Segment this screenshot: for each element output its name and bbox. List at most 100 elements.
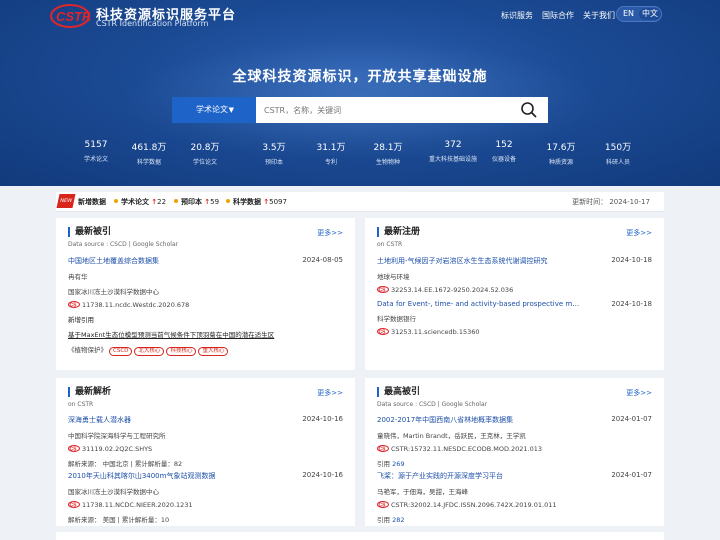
stat-label: 学术论文 [83, 156, 108, 163]
svg-text:CS: CS [70, 303, 78, 309]
item-cstr: CS CSTR:32002.14.JFDC.ISSN.2096.742X.2019… [377, 501, 652, 509]
data-source: Data source : CSCD | Google Scholar [68, 241, 179, 248]
item-meta: 解析来源： 美国 | 累计解析量：10 [68, 516, 170, 524]
panel-latest-registered: 最新注册 更多>> on CSTR 土地利用-气候因子对岩溶区水生生态系统代谢调… [365, 218, 664, 370]
data-source: on CSTR [68, 401, 94, 408]
svg-text:CS: CS [379, 503, 387, 509]
stat-label: 学位论文 [192, 159, 217, 166]
update-item[interactable]: 科学数据 ↑5097 [226, 197, 287, 207]
cstr-value: 31119.02.2Q2C.SHYS [82, 445, 153, 453]
cstr-icon: CS [377, 328, 389, 335]
new-data-label: 新增数据 [78, 198, 106, 206]
stat-label: 仪器设备 [491, 156, 516, 163]
stat-number: 152 [495, 140, 513, 150]
search-input[interactable] [264, 101, 504, 119]
item-cstr: CS 32253.14.EE.1672-9250.2024.52.036 [377, 286, 652, 294]
language-switch[interactable]: EN 中文 [616, 6, 662, 22]
item-date: 2024-08-05 [302, 256, 343, 264]
search-type-select[interactable]: 学术论文 ▼ [172, 97, 256, 123]
more-link[interactable]: 更多>> [626, 388, 652, 398]
citing-paper-title[interactable]: 基于MaxEnt生态位模型预测当前气候条件下顶羽菊在中国的潜在适生区 [68, 329, 343, 339]
nav-about-us[interactable]: 关于我们 [583, 10, 615, 21]
item-date: 2024-10-18 [611, 300, 652, 308]
item-org: 国家冰川冻土沙漠科学数据中心 [68, 288, 159, 296]
update-item[interactable]: 学术论文 ↑22 [114, 197, 166, 207]
item-org: 国家冰川冻土沙漠科学数据中心 [68, 488, 159, 496]
stats-row: 5157 学术论文 461.8万 科学数据 20.8万 学位论文 3.5万 预印本 31… [78, 140, 644, 170]
stat-item[interactable]: 150万 科研人员 [591, 140, 645, 166]
nav-international-cooperation[interactable]: 国际合作 [542, 10, 574, 21]
update-name: 预印本 [181, 198, 202, 206]
stat-item[interactable]: 3.5万 预印本 [247, 140, 301, 166]
item-author: 冉有华 [68, 273, 88, 281]
stat-number: 17.6万 [546, 143, 576, 153]
stat-label: 科研人员 [605, 159, 630, 166]
search-bar: 学术论文 ▼ [172, 97, 548, 123]
stat-item[interactable]: 461.8万 科学数据 [122, 140, 176, 166]
item-org: 中国科学院深海科学与工程研究所 [68, 432, 166, 440]
cstr-value: 11738.11.NCDC.NIEER.2020.1231 [82, 501, 193, 509]
item-date: 2024-01-07 [611, 471, 652, 479]
svg-text:CS: CS [379, 330, 387, 336]
update-name: 学术论文 [121, 198, 149, 206]
stat-label: 预印本 [264, 159, 283, 166]
item-citations: 引用 282 [377, 514, 652, 524]
item-cstr: CS 11738.11.NCDC.NIEER.2020.1231 [68, 501, 343, 509]
cstr-icon: CS [68, 301, 80, 308]
panel-latest-analysis: 最新解析 更多>> on CSTR 深海勇士载人潜水器 2024-10-16 中… [56, 378, 355, 526]
item-cstr: CS 31253.11.sciencedb.15360 [377, 328, 652, 336]
item-authors: 马艳军，于佃海，吴甜，王海峰 [377, 488, 468, 496]
update-count: 5097 [269, 198, 287, 206]
list-item: 飞桨：源于产业实践的开源深度学习平台 2024-01-07 马艳军，于佃海，吴甜… [377, 471, 652, 524]
cstr-icon: CS [377, 286, 389, 293]
item-date: 2024-10-16 [302, 415, 343, 423]
stat-label: 种质资源 [548, 159, 573, 166]
chevron-down-icon: ▼ [228, 106, 234, 114]
stat-label: 专利 [324, 159, 337, 166]
update-item[interactable]: 预印本 ↑59 [174, 197, 219, 207]
list-item: 土地利用-气候因子对岩溶区水生生态系统代谢调控研究 2024-10-18 地球与… [377, 256, 652, 294]
stat-item[interactable]: 152 仪器设备 [477, 140, 531, 163]
index-tag: 北大核心 [134, 347, 165, 356]
citation-count[interactable]: 282 [392, 516, 404, 524]
item-date: 2024-01-07 [611, 415, 652, 423]
more-link[interactable]: 更多>> [626, 228, 652, 238]
dot-icon [114, 199, 118, 203]
more-link[interactable]: 更多>> [317, 228, 343, 238]
more-link[interactable]: 更多>> [317, 388, 343, 398]
stat-item[interactable]: 20.8万 学位论文 [178, 140, 232, 166]
item-authors: 童晓伟，Martin Brandt，岳跃民，王克林，王学凯 [377, 432, 526, 440]
stat-item[interactable]: 31.1万 专利 [304, 140, 358, 166]
cstr-icon: CS [377, 501, 389, 508]
svg-text:CS: CS [70, 503, 78, 509]
stat-item[interactable]: 28.1万 生物物种 [361, 140, 415, 166]
update-time-value: 2024-10-17 [609, 198, 650, 206]
cstr-value: 31253.11.sciencedb.15360 [391, 328, 480, 336]
lang-cn[interactable]: 中文 [639, 8, 661, 20]
cstr-value: 11738.11.ncdc.Westdc.2020.678 [82, 301, 190, 309]
lang-en[interactable]: EN [623, 9, 634, 18]
search-icon[interactable] [520, 101, 538, 119]
stat-item[interactable]: 5157 学术论文 [69, 140, 123, 163]
nav-identifier-service[interactable]: 标识服务 [501, 10, 533, 21]
index-tag: 科技核心 [166, 347, 197, 356]
item-cstr: CS 31119.02.2Q2C.SHYS [68, 445, 343, 453]
svg-text:CS: CS [379, 288, 387, 294]
update-count: 22 [157, 198, 167, 206]
next-section-edge [56, 532, 664, 540]
platform-subtitle: CSTR Identification Platform [96, 19, 209, 28]
item-org: 地球与环境 [377, 273, 410, 281]
item-date: 2024-10-18 [611, 256, 652, 264]
data-source: on CSTR [377, 241, 403, 248]
cstr-icon: CS [377, 445, 389, 452]
citation-count[interactable]: 269 [392, 460, 404, 468]
stat-item[interactable]: 17.6万种质资源 [534, 140, 588, 166]
update-time: 更新时间： 2024-10-17 [572, 197, 650, 207]
index-tag: CSCD [109, 347, 133, 356]
cstr-logo-icon[interactable]: CSTR [50, 4, 90, 28]
item-cstr: CS CSTR:15732.11.NESDC.ECODB.MOD.2021.013 [377, 445, 652, 453]
item-meta: 解析来源： 中国北京 | 累计解析量：82 [68, 460, 183, 468]
journal-name[interactable]: 《植物保护》 [68, 346, 107, 354]
top-navigation: CSTR 科技资源标识服务平台 CSTR Identification Plat… [0, 0, 720, 32]
new-citation-label: 新增引用 [68, 316, 94, 324]
